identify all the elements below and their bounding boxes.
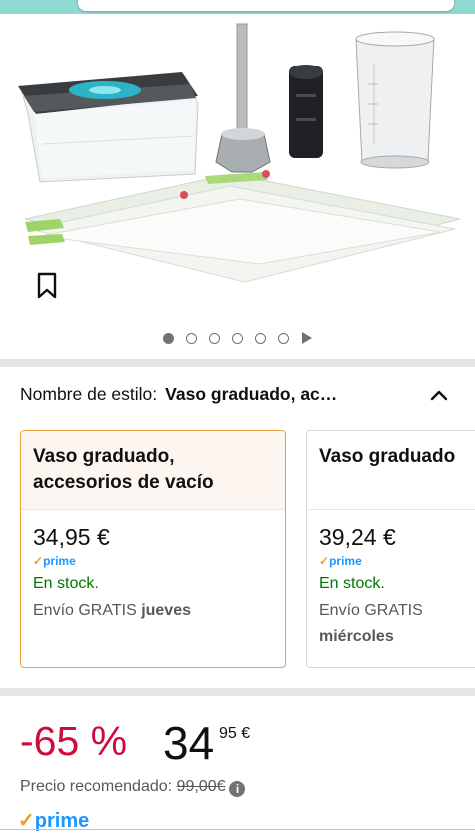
gallery-dot[interactable] [255, 332, 266, 344]
shipping-day: miércoles [319, 628, 394, 645]
measuring-cup-image [355, 31, 435, 169]
section-divider [0, 359, 475, 367]
gallery-dot[interactable] [209, 332, 220, 344]
option-title-line: Vaso graduado [319, 446, 456, 467]
price-whole: 34 [163, 717, 215, 769]
vacuum-bags-image [24, 170, 461, 283]
shipping-prefix: Envío GRATIS [33, 602, 137, 619]
search-box[interactable] [78, 0, 454, 11]
info-icon[interactable]: i [229, 781, 246, 797]
top-search-bar [0, 0, 475, 14]
recommended-value: 99,00€ [176, 778, 226, 795]
section-divider [0, 688, 475, 696]
style-option-title: Vaso graduado [307, 431, 475, 510]
prime-badge: ✓prime [33, 554, 273, 572]
gallery-dot[interactable] [186, 332, 197, 344]
product-image-gallery[interactable] [0, 14, 475, 359]
prime-check-icon: ✓ [319, 554, 330, 568]
blender-stick-image [215, 23, 271, 173]
shipping-info: Envío GRATIS miércoles [319, 598, 475, 650]
shipping-info: Envío GRATIS jueves [33, 598, 273, 624]
bottom-divider [0, 829, 475, 830]
option-title-line: Vaso graduado, [33, 446, 175, 467]
bookmark-icon[interactable] [36, 272, 58, 304]
style-name-label: Nombre de estilo: [20, 384, 158, 404]
style-name-selector[interactable]: Nombre de estilo: Vaso graduado, ac… [20, 384, 450, 410]
style-name-value: Vaso graduado, ac… [165, 384, 338, 404]
option-title-line: accesorios de vacío [33, 472, 214, 493]
option-price: 39,24 € [319, 524, 396, 550]
prime-text: prime [329, 554, 362, 568]
gallery-dot[interactable] [232, 332, 243, 344]
vacuum-pump-image [289, 65, 323, 158]
shipping-prefix: Envío GRATIS [319, 602, 423, 619]
gallery-pagination [0, 332, 475, 344]
prime-badge: ✓prime [319, 554, 475, 572]
shipping-day: jueves [141, 602, 191, 619]
style-option-card[interactable]: Vaso graduado, accesorios de vacío 34,95… [20, 430, 286, 668]
gallery-dot[interactable] [278, 332, 289, 344]
discount-percent: -65 % [20, 718, 128, 764]
style-option-title: Vaso graduado, accesorios de vacío [21, 431, 285, 510]
stock-status: En stock. [33, 575, 99, 592]
stock-status: En stock. [319, 575, 385, 592]
recommended-label: Precio recomendado: [20, 778, 173, 795]
style-option-card[interactable]: Vaso graduado 39,24 € ✓prime En stock. E… [306, 430, 475, 668]
price-cents: 95 € [219, 725, 251, 742]
chevron-up-icon[interactable] [430, 386, 448, 405]
video-play-icon[interactable] [302, 332, 312, 344]
recommended-price: Precio recomendado: 99,00€ i [20, 778, 246, 797]
prime-text: prime [43, 554, 76, 568]
product-image[interactable] [0, 14, 475, 314]
vacuum-container-image [18, 72, 199, 183]
option-price: 34,95 € [33, 524, 110, 550]
prime-check-icon: ✓ [33, 554, 44, 568]
gallery-dot-active[interactable] [163, 332, 174, 344]
